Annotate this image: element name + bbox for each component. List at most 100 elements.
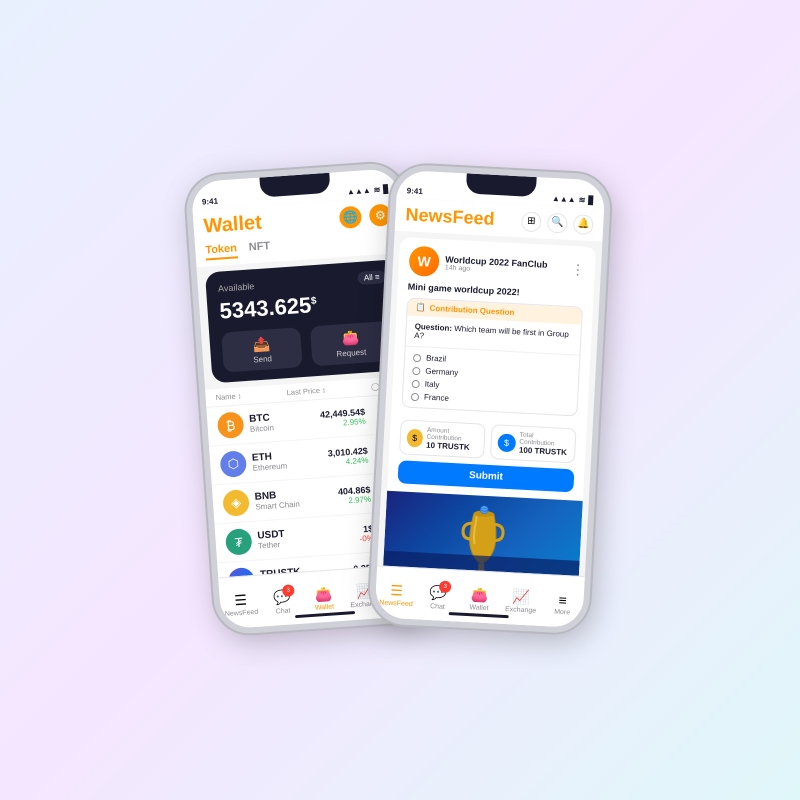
currency-symbol: $ [311, 296, 317, 307]
chat-label: Chat [275, 607, 290, 615]
nf-chat-badge: 3 [439, 580, 452, 593]
quiz-box: 📋 Contribution Question Question: Which … [401, 297, 583, 416]
nf-wifi-icon: ≋ [578, 195, 585, 204]
nf-wallet-icon: 👛 [471, 586, 489, 604]
tab-nft[interactable]: NFT [248, 240, 270, 257]
notch-nf [466, 173, 537, 197]
eth-price: 3,010.42$ 4.24% [309, 445, 368, 468]
nav-chat[interactable]: 💬 3 Chat [260, 583, 304, 616]
nf-exchange-icon: 📈 [512, 588, 530, 606]
coin-icon-blue: $ [497, 433, 515, 452]
option-label-france: France [424, 393, 449, 403]
send-label: Send [229, 352, 296, 366]
coin-icon-yellow: $ [406, 428, 423, 447]
nf-newsfeed-icon: ☰ [390, 582, 403, 600]
signal-icon: ▲▲▲ [347, 186, 371, 197]
post-menu[interactable]: ⋮ [571, 262, 586, 277]
send-icon: 📤 [228, 334, 296, 356]
post-avatar: W [408, 246, 440, 278]
btc-price: 42,449.54$ 2.95% [307, 406, 366, 429]
bnb-info: BNB Smart Chain [254, 488, 313, 512]
side-button-left [187, 243, 193, 268]
nf-battery-icon: ▊ [588, 196, 595, 205]
wifi-icon: ≋ [373, 185, 380, 194]
radio-italy [412, 379, 420, 387]
nf-more-label: More [554, 608, 570, 616]
grid-icon[interactable]: ⊞ [521, 211, 542, 232]
nf-chat-label: Chat [430, 603, 445, 611]
nf-nav-exchange[interactable]: 📈 Exchange [500, 584, 543, 615]
option-label-italy: Italy [424, 380, 439, 390]
nav-wallet[interactable]: 👛 Wallet [302, 581, 346, 613]
chat-icon-wrap: 💬 3 [273, 588, 292, 607]
search-icon[interactable]: 🔍 [547, 212, 568, 233]
nf-status-icons: ▲▲▲ ≋ ▊ [552, 194, 595, 205]
amount-contrib-info: Amount Contribution 10 TRUSTK [426, 427, 479, 453]
nf-newsfeed-label: NewsFeed [379, 599, 413, 608]
radio-france [411, 392, 419, 400]
phones-container: 9:41 ▲▲▲ ≋ ▊ Wallet 🌐 ⚙ Token NFT [180, 170, 620, 630]
quiz-header-label: Contribution Question [429, 304, 514, 317]
request-icon: 👛 [316, 327, 384, 349]
nf-signal-icon: ▲▲▲ [552, 194, 576, 204]
option-label-brazil: Brazil [426, 354, 446, 364]
btc-logo: ₿ [217, 411, 245, 439]
total-contrib-box: $ Total Contribution 100 TRUSTK [490, 424, 577, 463]
wallet-actions: 📤 Send 👛 Request [221, 321, 391, 373]
quiz-options: Brazil Germany Italy France [403, 346, 580, 415]
eth-info: ETH Ethereum [252, 449, 311, 473]
newsfeed-screen: NewsFeed ⊞ 🔍 🔔 W Worldcup 2022 FanClub 1… [374, 198, 604, 628]
nf-chat-icon-wrap: 💬 3 [429, 584, 447, 603]
wallet-nav-label: Wallet [315, 603, 335, 611]
chat-badge: 3 [282, 584, 295, 597]
nf-nav-more[interactable]: ≡ More [541, 586, 584, 616]
request-label: Request [318, 346, 385, 360]
wallet-title: Wallet [203, 212, 263, 239]
btc-info: BTC Bitcoin [249, 410, 308, 434]
usdt-price: 1$ -0% [315, 523, 374, 546]
col-price: Last Price ↕ [286, 385, 326, 397]
bell-icon[interactable]: 🔔 [573, 214, 594, 235]
newsfeed-icon: ☰ [234, 592, 248, 610]
battery-icon: ▊ [383, 185, 390, 194]
wallet-icon: 👛 [314, 586, 333, 604]
globe-icon[interactable]: 🌐 [339, 205, 362, 228]
option-label-germany: Germany [425, 367, 458, 378]
nav-newsfeed[interactable]: ☰ NewsFeed [219, 587, 263, 619]
available-label: Available [218, 281, 255, 294]
total-contrib-info: Total Contribution 100 TRUSTK [519, 432, 570, 458]
status-time: 9:41 [202, 197, 219, 207]
newsfeed-label: NewsFeed [225, 609, 259, 618]
post-meta: Worldcup 2022 FanClub 14h ago [445, 254, 566, 277]
newsfeed-title: NewsFeed [405, 204, 495, 230]
newsfeed-phone: 9:41 ▲▲▲ ≋ ▊ NewsFeed ⊞ 🔍 🔔 [368, 164, 612, 635]
side-button-right-nf [603, 261, 609, 301]
nf-header-icons: ⊞ 🔍 🔔 [521, 211, 594, 235]
total-contrib-val: 100 TRUSTK [519, 446, 569, 458]
wallet-card: Available All ≡ 5343.625$ 📤 Send 👛 Reque… [205, 259, 404, 383]
radio-brazil [413, 353, 421, 361]
amount-contrib-val: 10 TRUSTK [426, 441, 478, 453]
quiz-icon: 📋 [415, 303, 425, 313]
nf-exchange-label: Exchange [505, 606, 536, 615]
nf-bottom-nav: ☰ NewsFeed 💬 3 Chat 👛 Wallet 📈 Exchan [374, 565, 584, 628]
eth-logo: ⬡ [219, 450, 247, 478]
tab-token[interactable]: Token [205, 242, 238, 260]
nf-status-time: 9:41 [407, 186, 423, 196]
usdt-info: USDT Tether [257, 527, 316, 551]
nf-nav-wallet[interactable]: 👛 Wallet [458, 582, 501, 613]
request-action[interactable]: 👛 Request [310, 321, 392, 366]
bnb-logo: ◈ [222, 489, 250, 517]
balance-value: 5343.625 [219, 292, 312, 323]
all-button[interactable]: All ≡ [357, 270, 386, 285]
send-action[interactable]: 📤 Send [221, 327, 303, 372]
nf-nav-newsfeed[interactable]: ☰ NewsFeed [375, 577, 418, 608]
radio-germany [412, 366, 420, 374]
nf-wallet-label: Wallet [469, 604, 489, 612]
nf-more-icon: ≡ [558, 591, 567, 607]
amount-contrib-box: $ Amount Contribution 10 TRUSTK [399, 419, 486, 458]
col-name: Name ↕ [215, 391, 241, 402]
wallet-header-icons: 🌐 ⚙ [339, 203, 392, 229]
nf-nav-chat[interactable]: 💬 3 Chat [417, 579, 460, 611]
usdt-logo: ₮ [225, 528, 253, 556]
